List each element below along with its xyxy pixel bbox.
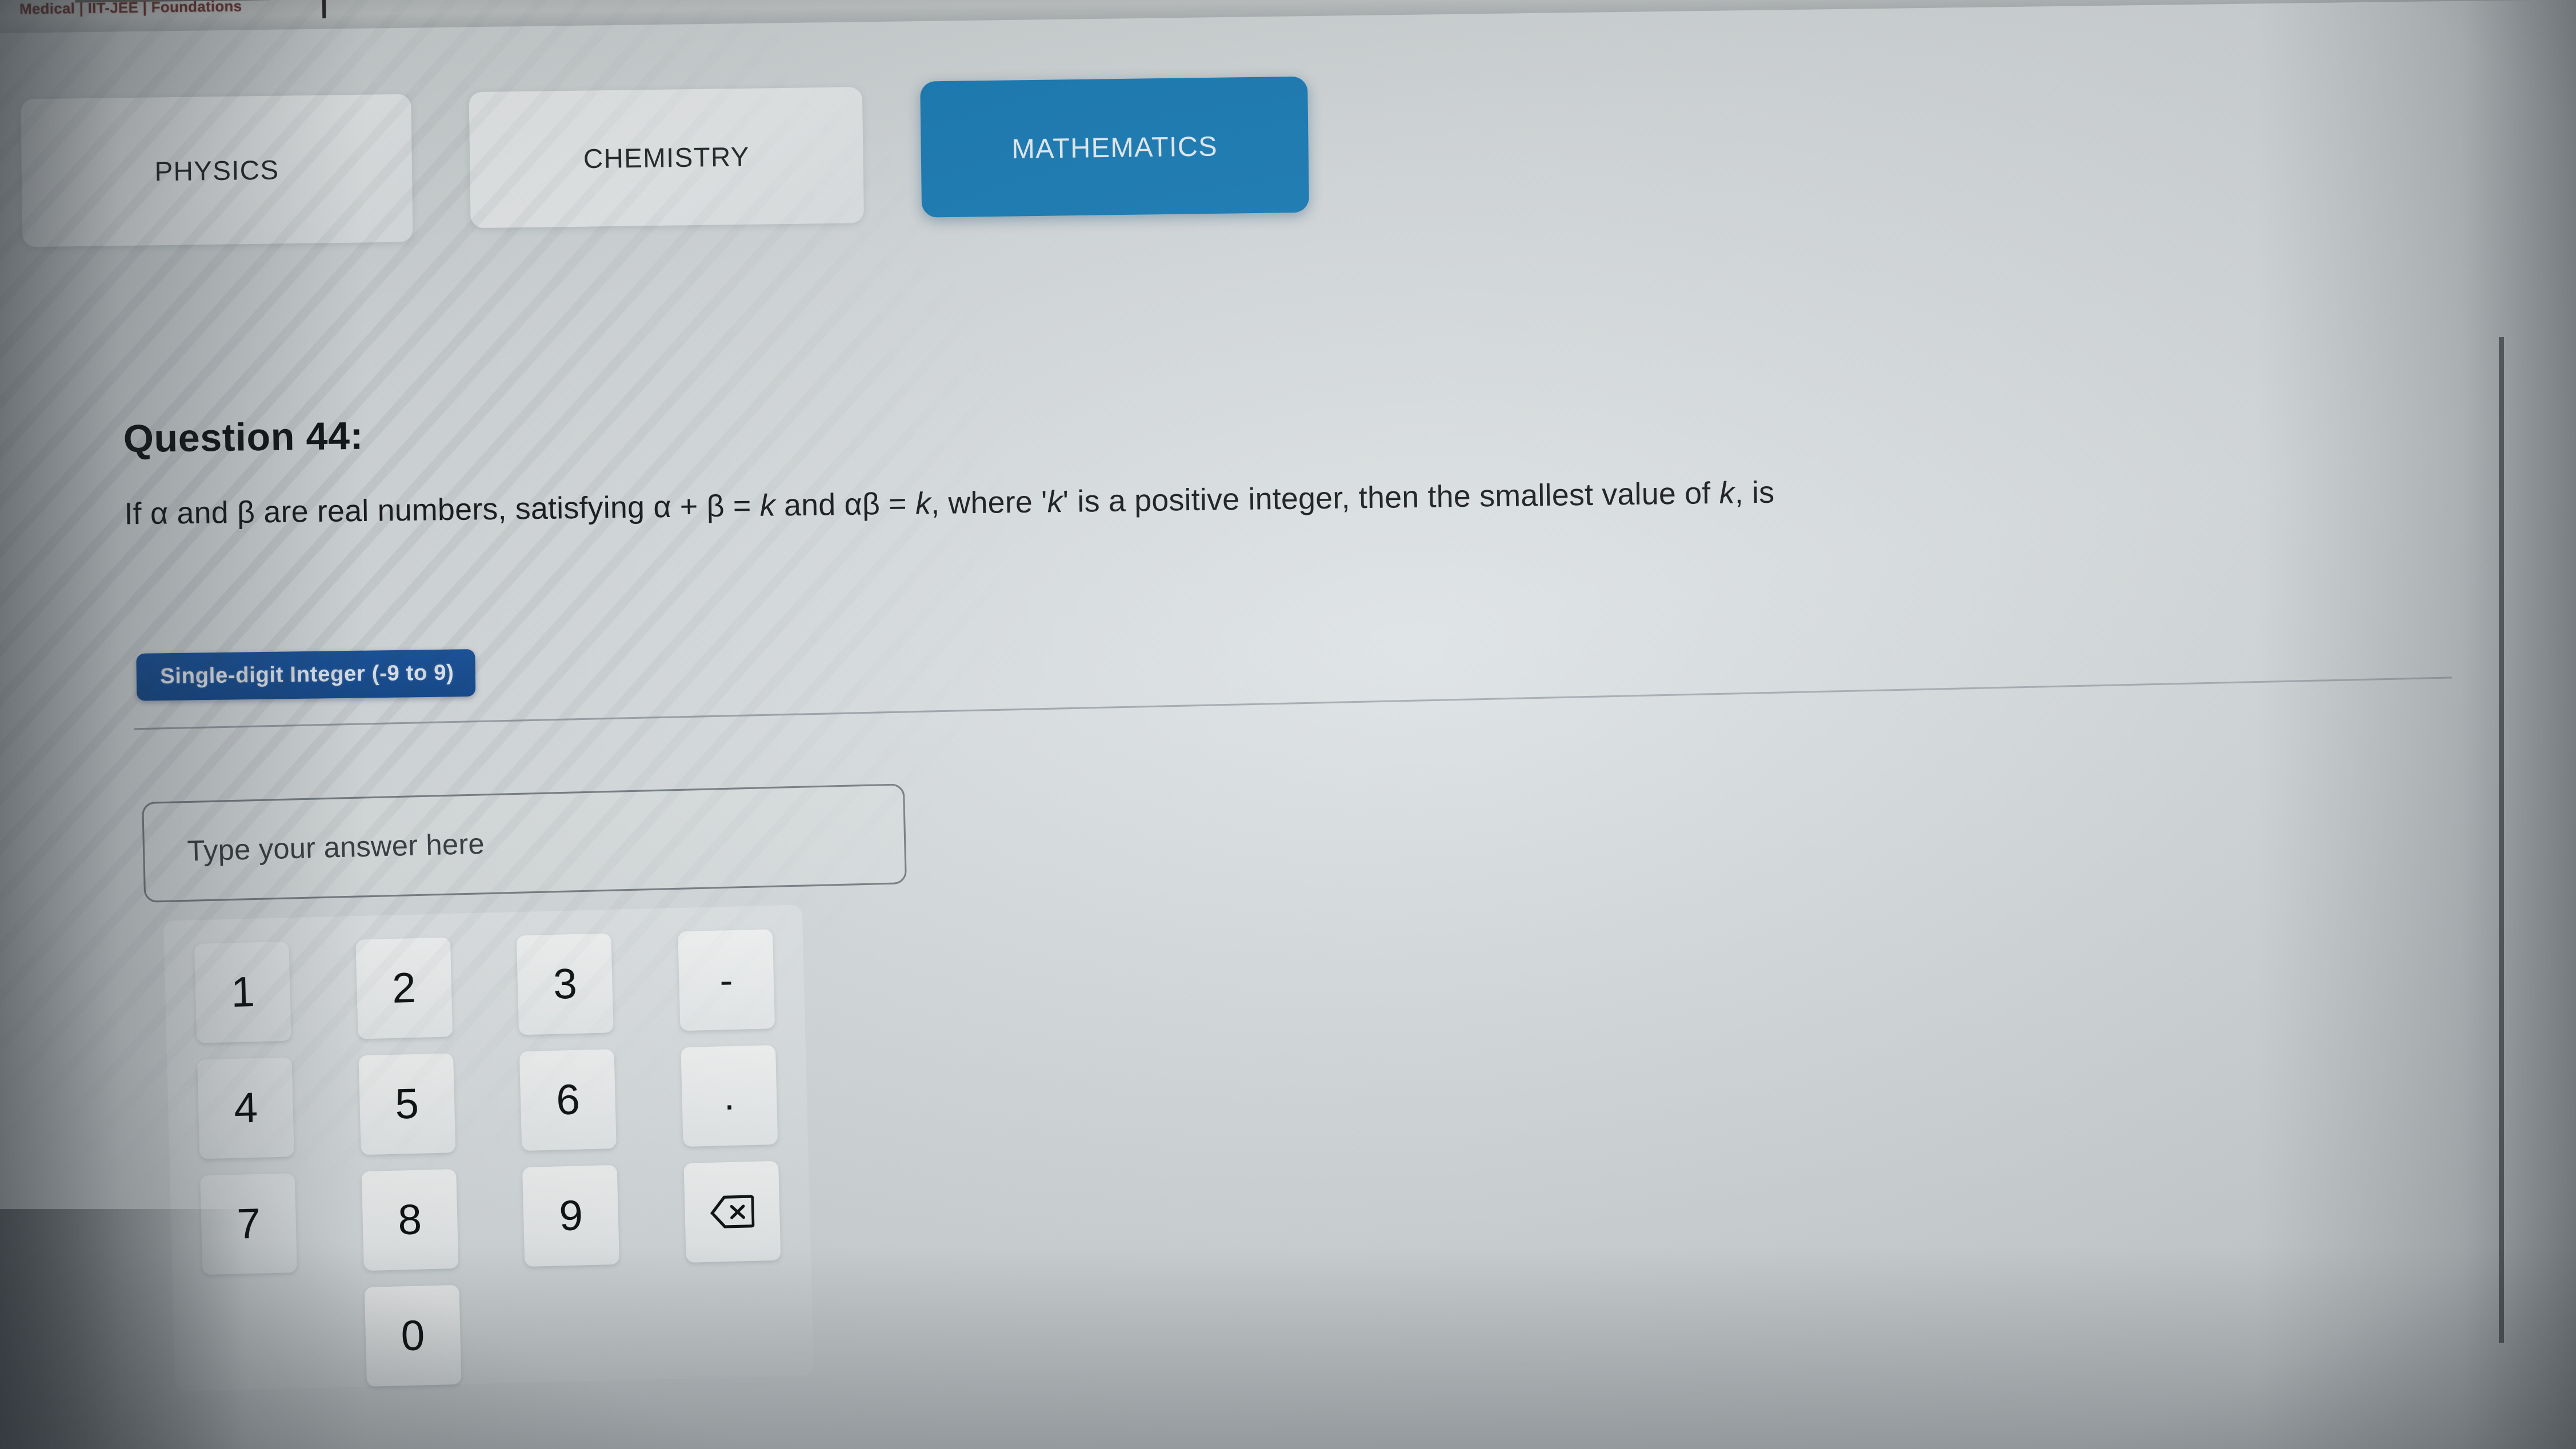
keypad-key-spacer-right — [686, 1277, 783, 1379]
question-var-k-2: k — [915, 486, 931, 521]
keypad-key-decimal[interactable]: . — [681, 1045, 778, 1147]
tab-mathematics[interactable]: MATHEMATICS — [920, 76, 1310, 218]
question-text-seg-4: ' is a positive integer, then the smalle… — [1062, 476, 1720, 519]
keypad-key-7-label: 7 — [236, 1200, 262, 1248]
question-var-k-4: k — [1719, 475, 1735, 511]
keypad-key-6-label: 6 — [555, 1076, 581, 1124]
numeric-keypad: 1 2 3 - 4 5 6 . 7 8 9 0 — [163, 904, 814, 1392]
keypad-key-2-label: 2 — [391, 964, 417, 1012]
keypad-key-6[interactable]: 6 — [519, 1049, 617, 1151]
tab-physics[interactable]: PHYSICS — [21, 94, 413, 247]
keypad-key-spacer-mid — [525, 1281, 622, 1383]
keypad-key-5-label: 5 — [394, 1080, 419, 1128]
keypad-key-1[interactable]: 1 — [194, 941, 292, 1043]
tab-physics-label: PHYSICS — [154, 154, 279, 187]
question-text: If α and β are real numbers, satisfying … — [124, 475, 1775, 532]
question-title: Question 44: — [123, 413, 364, 461]
subject-tab-bar: PHYSICS CHEMISTRY MATHEMATICS — [21, 76, 1310, 247]
question-text-seg-3: , where ' — [930, 485, 1048, 521]
question-var-k-1: k — [759, 488, 776, 523]
keypad-key-3[interactable]: 3 — [516, 933, 614, 1035]
keypad-key-4[interactable]: 4 — [197, 1057, 295, 1159]
keypad-key-0[interactable]: 0 — [364, 1284, 462, 1387]
keypad-key-3-label: 3 — [553, 960, 578, 1008]
question-text-seg-1: If α and β are real numbers, satisfying … — [124, 489, 761, 531]
keypad-key-4-label: 4 — [233, 1084, 258, 1132]
brand-logo-text: Medical | IIT-JEE | Foundations — [19, 0, 242, 18]
answer-type-badge: Single-digit Integer (-9 to 9) — [136, 649, 476, 701]
backspace-icon — [710, 1195, 755, 1229]
screen-photo: Medical | IIT-JEE | Foundations PHYSICS … — [0, 0, 2576, 1449]
question-var-k-3: k — [1047, 485, 1063, 519]
question-text-seg-5: , is — [1734, 475, 1775, 510]
tab-chemistry-label: CHEMISTRY — [583, 141, 750, 174]
question-panel: Question 44: If α and β are real numbers… — [0, 294, 2576, 1449]
keypad-key-2[interactable]: 2 — [355, 937, 453, 1039]
keypad-key-5[interactable]: 5 — [358, 1053, 456, 1155]
text-cursor-icon — [322, 0, 326, 19]
tab-chemistry[interactable]: CHEMISTRY — [469, 87, 864, 229]
answer-input[interactable]: Type your answer here — [142, 783, 907, 903]
keypad-key-minus-label: - — [719, 958, 734, 1002]
app-screen: Medical | IIT-JEE | Foundations PHYSICS … — [0, 0, 2576, 1449]
keypad-key-minus[interactable]: - — [677, 929, 775, 1031]
keypad-key-8-label: 8 — [397, 1196, 423, 1244]
keypad-key-decimal-label: . — [723, 1074, 735, 1118]
keypad-key-0-label: 0 — [400, 1311, 426, 1360]
browser-top-strip: Medical | IIT-JEE | Foundations — [0, 0, 2576, 34]
keypad-key-9-label: 9 — [558, 1192, 583, 1240]
keypad-key-7[interactable]: 7 — [200, 1173, 298, 1275]
keypad-key-8[interactable]: 8 — [361, 1169, 459, 1271]
keypad-key-spacer-left — [203, 1289, 300, 1391]
tab-mathematics-label: MATHEMATICS — [1011, 130, 1218, 164]
question-text-seg-2: and αβ = — [775, 486, 916, 523]
section-divider — [134, 677, 2453, 730]
keypad-key-1-label: 1 — [230, 968, 255, 1016]
keypad-key-backspace[interactable] — [683, 1160, 781, 1263]
keypad-key-9[interactable]: 9 — [522, 1164, 620, 1267]
answer-input-placeholder: Type your answer here — [187, 828, 485, 867]
